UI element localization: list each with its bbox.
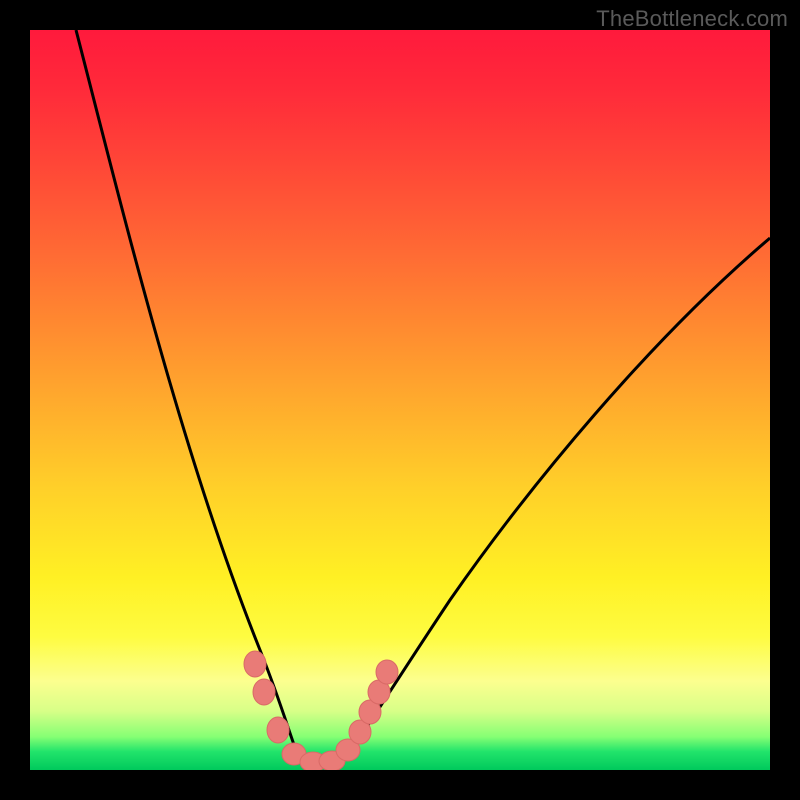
marker-right-4 (376, 660, 398, 684)
marker-left-1 (244, 651, 266, 677)
plot-area (30, 30, 770, 770)
left-branch-curve (76, 30, 300, 761)
bottleneck-curve-layer (30, 30, 770, 770)
marker-left-2 (253, 679, 275, 705)
right-branch-curve (340, 238, 770, 765)
marker-left-3 (267, 717, 289, 743)
watermark-text: TheBottleneck.com (596, 6, 788, 32)
chart-frame: TheBottleneck.com (0, 0, 800, 800)
